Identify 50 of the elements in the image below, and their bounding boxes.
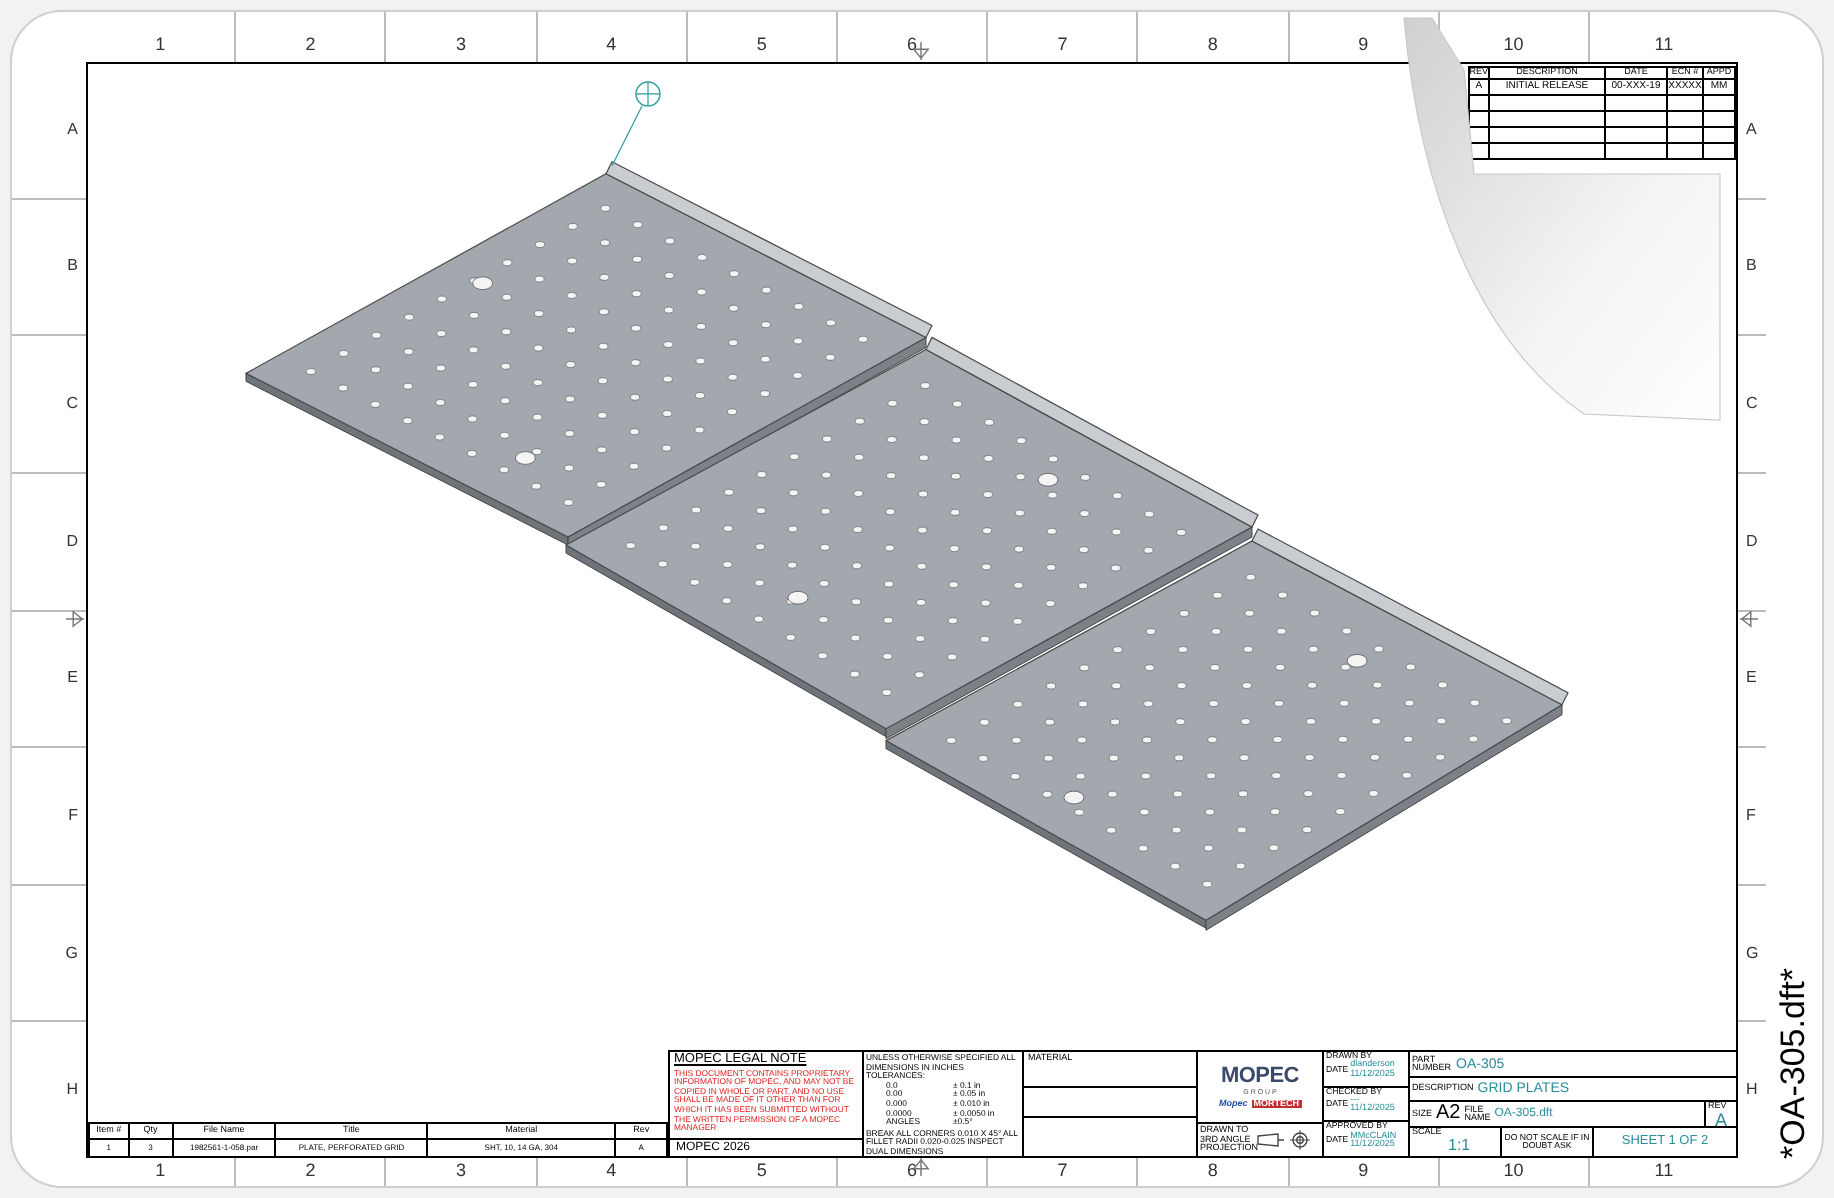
file-name-label: *OA-305.dft* [1772, 967, 1815, 1158]
zone-letter: H [66, 1078, 78, 1103]
zone-number: 7 [1057, 1158, 1068, 1185]
zone-letter: C [66, 392, 78, 417]
zone-number: 8 [1207, 1158, 1218, 1185]
centering-mark-icon [912, 1158, 930, 1176]
zone-letter: A [67, 117, 78, 142]
zone-letter: G [1746, 941, 1759, 966]
zone-number: 11 [1654, 31, 1674, 57]
centering-mark-icon [912, 42, 930, 60]
zone-number: 1 [155, 31, 166, 57]
zone-number: 11 [1654, 1158, 1674, 1185]
zone-number: 5 [756, 31, 767, 57]
zone-letter: F [68, 803, 78, 828]
zone-number: 5 [756, 1158, 767, 1185]
sheet-size: A2 [1436, 1104, 1461, 1124]
zone-letter: D [1746, 529, 1758, 554]
zone-letter: E [1746, 666, 1757, 691]
zone-number: 4 [606, 1158, 617, 1185]
zone-number: 6 [907, 31, 918, 57]
zone-letter: D [66, 529, 78, 554]
zone-number: 3 [455, 1158, 466, 1185]
zone-letter: B [1746, 254, 1757, 279]
zone-number: 10 [1503, 31, 1524, 57]
zone-number: 2 [305, 1158, 316, 1185]
centering-mark-icon [1740, 610, 1758, 628]
zone-number: 8 [1207, 31, 1218, 57]
balloon-icon [635, 81, 661, 107]
zone-number: 3 [455, 31, 466, 57]
third-angle-projection-icon [1256, 1130, 1316, 1150]
zone-number: 10 [1503, 1158, 1524, 1185]
zone-letter: C [1746, 392, 1758, 417]
zone-letter: A [1746, 117, 1757, 142]
centering-mark-icon [66, 610, 84, 628]
zone-number: 6 [907, 1158, 918, 1185]
zone-number: 2 [305, 31, 316, 57]
leader-line [611, 105, 643, 167]
zone-number: 9 [1358, 1158, 1369, 1185]
zone-letter: G [65, 941, 78, 966]
company-logo: MOPEC [1221, 1066, 1299, 1088]
scale: 1:1 [1446, 1137, 1473, 1153]
zone-letter: H [1746, 1078, 1758, 1103]
zone-number: 9 [1358, 31, 1369, 57]
zone-number: 7 [1057, 31, 1068, 57]
revision: A [1712, 1111, 1729, 1129]
zone-number: 4 [606, 31, 617, 57]
zone-letter: E [67, 666, 78, 691]
zone-letter: B [67, 254, 78, 279]
zone-number: 1 [155, 1158, 166, 1185]
zone-letter: F [1746, 803, 1756, 828]
